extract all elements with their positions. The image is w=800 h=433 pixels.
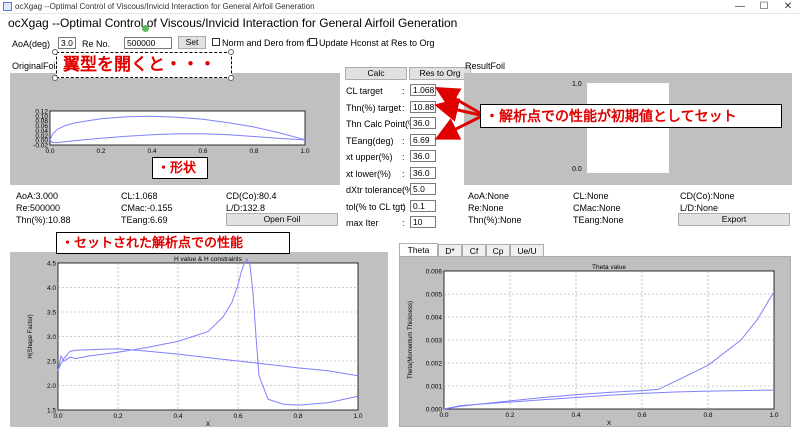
- arrow-icon: [434, 115, 481, 140]
- annotation-arrows: [434, 87, 481, 140]
